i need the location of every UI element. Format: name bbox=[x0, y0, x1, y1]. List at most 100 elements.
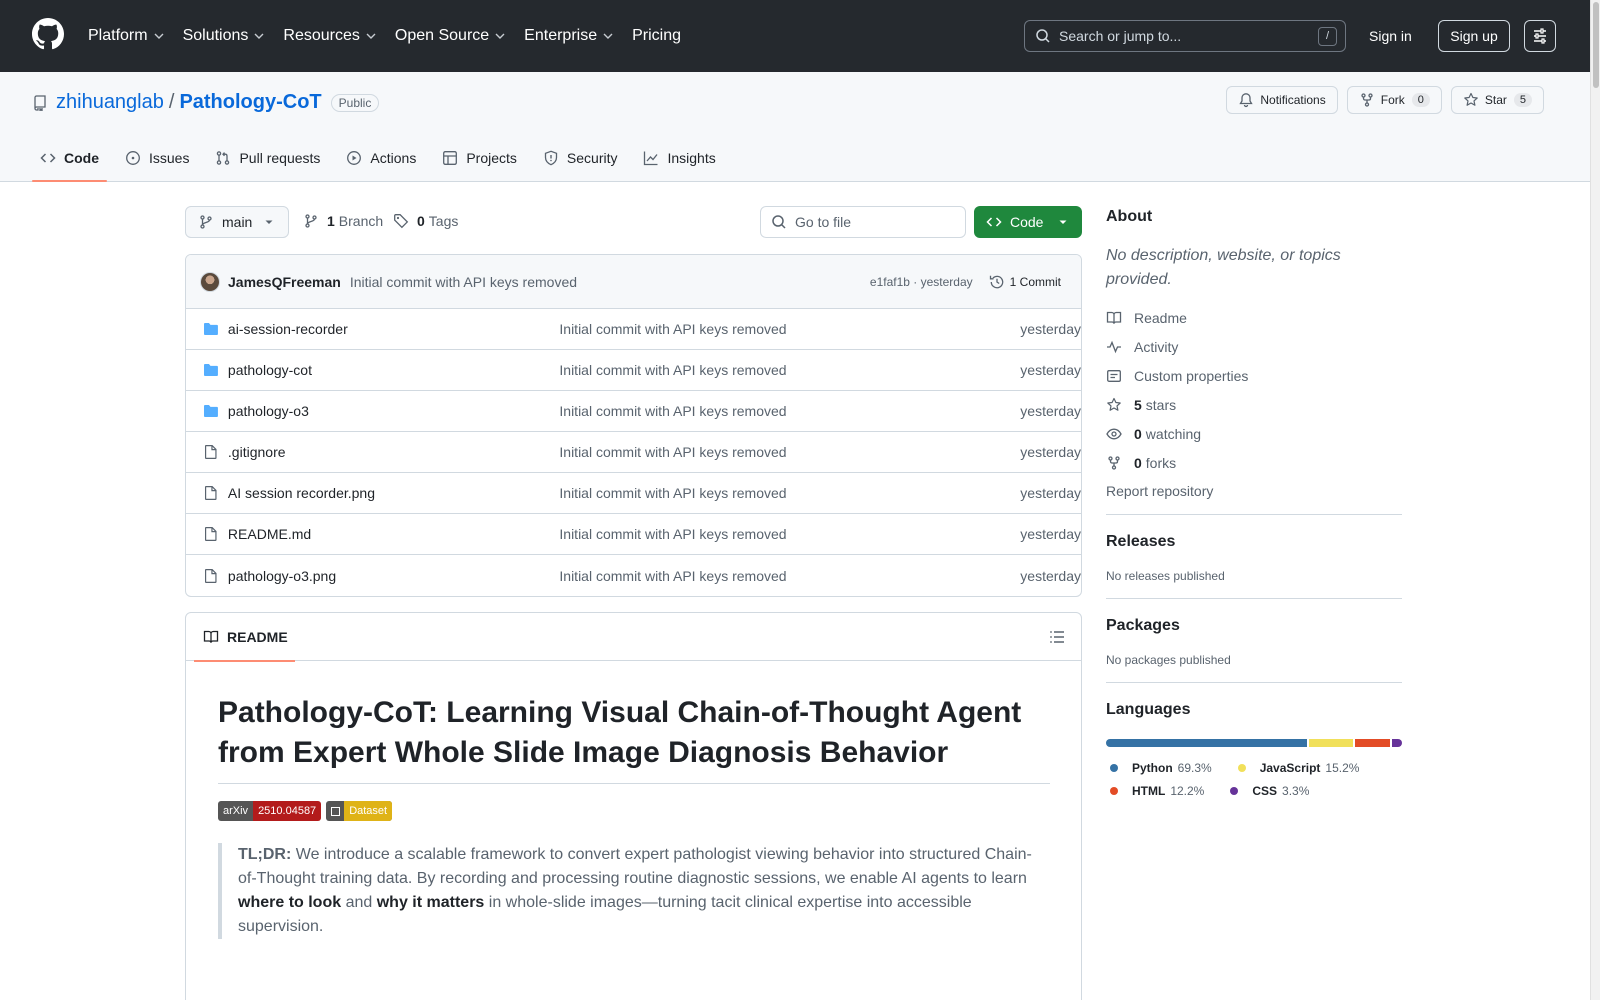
file-name-link[interactable]: README.md bbox=[228, 526, 559, 542]
pulse-icon bbox=[1107, 340, 1121, 353]
releases-heading[interactable]: Releases bbox=[1106, 533, 1402, 551]
file-name-link[interactable]: pathology-cot bbox=[228, 362, 559, 378]
nav-resources-label: Resources bbox=[283, 27, 360, 44]
commit-history-link[interactable]: 1 Commit bbox=[989, 274, 1061, 290]
branch-selector[interactable]: main bbox=[185, 206, 289, 238]
file-row[interactable]: pathology-cot Initial commit with API ke… bbox=[186, 350, 1081, 391]
stars-link[interactable]: 5 stars bbox=[1106, 390, 1402, 419]
chevron-down-icon bbox=[495, 33, 505, 39]
file-icon bbox=[204, 527, 217, 541]
sign-in-link[interactable]: Sign in bbox=[1369, 20, 1412, 52]
tab-issues-label: Issues bbox=[149, 150, 190, 166]
fork-button[interactable]: Fork 0 bbox=[1346, 86, 1442, 114]
file-name-link[interactable]: pathology-o3 bbox=[228, 403, 559, 419]
notifications-button[interactable]: Notifications bbox=[1226, 86, 1338, 114]
commit-sha-time[interactable]: e1faf1b · yesterday bbox=[870, 275, 973, 289]
file-row[interactable]: pathology-o3 Initial commit with API key… bbox=[186, 391, 1081, 432]
chevron-down-icon bbox=[154, 33, 164, 39]
commit-message-link[interactable]: Initial commit with API keys removed bbox=[350, 274, 870, 290]
language-percent: 12.2% bbox=[1170, 783, 1205, 798]
nav-solutions[interactable]: Solutions bbox=[183, 27, 266, 45]
readme-tab[interactable]: README bbox=[194, 613, 295, 662]
about-description: No description, website, or topics provi… bbox=[1106, 247, 1341, 288]
go-to-file-input[interactable]: Go to file bbox=[760, 206, 966, 238]
sign-up-button[interactable]: Sign up bbox=[1438, 20, 1510, 52]
tab-insights[interactable]: Insights bbox=[635, 138, 723, 178]
nav-resources[interactable]: Resources bbox=[283, 27, 376, 45]
file-commit-message[interactable]: Initial commit with API keys removed bbox=[559, 403, 1002, 419]
branch-name: main bbox=[222, 214, 253, 230]
chevron-down-icon bbox=[366, 33, 376, 39]
file-row[interactable]: AI session recorder.png Initial commit w… bbox=[186, 473, 1081, 514]
tab-insights-label: Insights bbox=[667, 150, 716, 166]
language-item[interactable]: Python 69.3% bbox=[1106, 756, 1212, 779]
activity-link[interactable]: Activity bbox=[1106, 332, 1402, 361]
tab-security[interactable]: Security bbox=[535, 138, 626, 178]
file-name-link[interactable]: .gitignore bbox=[228, 444, 559, 460]
readme-link[interactable]: Readme bbox=[1106, 303, 1402, 332]
code-dropdown-button[interactable]: Code bbox=[974, 206, 1082, 238]
tldr-text-1: We introduce a scalable framework to con… bbox=[238, 846, 1032, 887]
file-name-link[interactable]: AI session recorder.png bbox=[228, 485, 559, 501]
file-row[interactable]: ai-session-recorder Initial commit with … bbox=[186, 309, 1081, 350]
file-row[interactable]: .gitignore Initial commit with API keys … bbox=[186, 432, 1081, 473]
file-name-link[interactable]: pathology-o3.png bbox=[228, 568, 559, 584]
language-item[interactable]: CSS 3.3% bbox=[1226, 779, 1309, 802]
menu-button[interactable] bbox=[1524, 20, 1556, 52]
language-item[interactable]: HTML 12.2% bbox=[1106, 779, 1204, 802]
search-shortcut-key: / bbox=[1318, 26, 1337, 46]
github-logo-icon[interactable] bbox=[32, 18, 64, 50]
repo-name-link[interactable]: Pathology-CoT bbox=[179, 91, 321, 114]
nav-pricing[interactable]: Pricing bbox=[632, 27, 681, 45]
branches-link[interactable]: 1 Branch bbox=[303, 213, 383, 229]
forks-link[interactable]: 0 forks bbox=[1106, 448, 1402, 477]
language-name: Python bbox=[1132, 760, 1173, 775]
page-scrollbar[interactable] bbox=[1590, 0, 1600, 1000]
file-toolbar: main 1 Branch 0 Tags Go to file Code bbox=[185, 206, 1082, 238]
global-search-input[interactable]: Search or jump to... / bbox=[1024, 20, 1346, 52]
file-row[interactable]: README.md Initial commit with API keys r… bbox=[186, 514, 1081, 555]
eye-icon bbox=[1106, 428, 1122, 439]
issue-icon bbox=[126, 151, 140, 165]
file-commit-message[interactable]: Initial commit with API keys removed bbox=[559, 362, 1002, 378]
arxiv-badge[interactable]: arXiv 2510.04587 bbox=[218, 801, 322, 821]
file-row[interactable]: pathology-o3.png Initial commit with API… bbox=[186, 555, 1081, 596]
scrollbar-thumb[interactable] bbox=[1593, 2, 1599, 88]
commit-author-link[interactable]: JamesQFreeman bbox=[228, 274, 341, 290]
file-commit-message[interactable]: Initial commit with API keys removed bbox=[559, 568, 1002, 584]
list-icon[interactable] bbox=[1049, 629, 1065, 645]
tab-pull-requests[interactable]: Pull requests bbox=[207, 138, 328, 178]
file-commit-message[interactable]: Initial commit with API keys removed bbox=[559, 526, 1002, 542]
report-repository-link[interactable]: Report repository bbox=[1106, 483, 1402, 499]
language-item[interactable]: JavaScript 15.2% bbox=[1234, 756, 1359, 779]
packages-text: No packages published bbox=[1106, 653, 1231, 667]
tab-issues[interactable]: Issues bbox=[117, 138, 197, 178]
nav-open-source[interactable]: Open Source bbox=[395, 27, 506, 45]
star-button[interactable]: Star 5 bbox=[1450, 86, 1544, 114]
file-commit-message[interactable]: Initial commit with API keys removed bbox=[559, 444, 1002, 460]
note-icon bbox=[1107, 369, 1121, 382]
avatar[interactable] bbox=[200, 271, 220, 292]
packages-heading[interactable]: Packages bbox=[1106, 617, 1402, 635]
custom-properties-link[interactable]: Custom properties bbox=[1106, 361, 1402, 390]
repo-owner-link[interactable]: zhihuanglab bbox=[56, 91, 164, 114]
tab-code[interactable]: Code bbox=[32, 138, 107, 182]
dataset-badge[interactable]: Dataset bbox=[326, 801, 393, 821]
tags-link[interactable]: 0 Tags bbox=[393, 213, 458, 229]
history-icon bbox=[989, 275, 1003, 288]
code-button-label: Code bbox=[1010, 214, 1044, 230]
tab-projects[interactable]: Projects bbox=[434, 138, 525, 178]
search-icon bbox=[1036, 29, 1050, 43]
file-name-link[interactable]: ai-session-recorder bbox=[228, 321, 559, 337]
file-commit-message[interactable]: Initial commit with API keys removed bbox=[559, 485, 1002, 501]
nav-enterprise[interactable]: Enterprise bbox=[524, 27, 614, 45]
file-age: yesterday bbox=[1020, 321, 1081, 337]
file-commit-message[interactable]: Initial commit with API keys removed bbox=[559, 321, 1002, 337]
star-label: Star bbox=[1484, 93, 1507, 107]
nav-platform[interactable]: Platform bbox=[88, 27, 165, 45]
tab-actions[interactable]: Actions bbox=[338, 138, 424, 178]
badge-left: arXiv bbox=[218, 801, 254, 821]
watching-link[interactable]: 0 watching bbox=[1106, 419, 1402, 448]
language-bar-segment bbox=[1106, 739, 1307, 747]
fork-count: 0 bbox=[1411, 93, 1430, 107]
